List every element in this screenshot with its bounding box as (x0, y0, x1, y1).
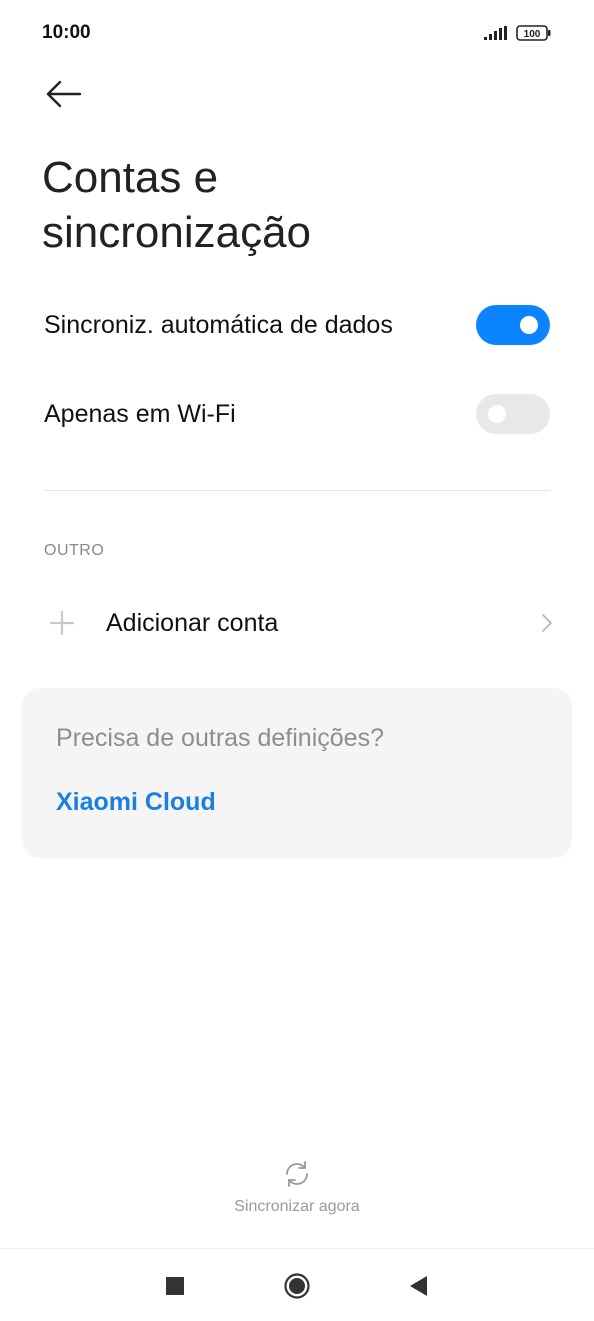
battery-icon: 100 (516, 25, 551, 41)
system-back-button[interactable] (404, 1271, 434, 1301)
status-time: 10:00 (42, 22, 91, 43)
xiaomi-cloud-link[interactable]: Xiaomi Cloud (56, 788, 216, 817)
back-icon (410, 1276, 427, 1296)
recent-apps-button[interactable] (160, 1271, 190, 1301)
navigation-bar (0, 1248, 594, 1321)
add-account-label: Adicionar conta (106, 608, 279, 637)
other-settings-card: Precisa de outras definições? Xiaomi Clo… (22, 688, 572, 858)
setting-auto-sync-label: Sincroniz. automática de dados (44, 310, 393, 339)
add-account-item[interactable]: Adicionar conta (44, 600, 554, 646)
recent-apps-icon (166, 1277, 184, 1295)
setting-auto-sync-row[interactable]: Sincroniz. automática de dados (44, 305, 550, 345)
setting-wifi-only-label: Apenas em Wi-Fi (44, 399, 236, 428)
page-title-line2: sincronização (42, 208, 312, 257)
status-bar: 10:00 100 (0, 0, 594, 66)
toggle-knob (488, 405, 506, 423)
signal-icon (484, 26, 507, 40)
sync-now-button[interactable]: Sincronizar agora (197, 1158, 397, 1224)
setting-wifi-only-row[interactable]: Apenas em Wi-Fi (44, 394, 550, 434)
sync-icon (286, 1161, 308, 1187)
battery-level: 100 (524, 29, 541, 40)
home-button[interactable] (282, 1271, 312, 1301)
home-icon (284, 1273, 310, 1299)
back-arrow-icon (46, 80, 82, 108)
section-header-other: OUTRO (44, 542, 105, 559)
card-question: Precisa de outras definições? (56, 724, 384, 752)
chevron-right-icon (542, 614, 552, 632)
page-title: Contas e sincronização (42, 150, 562, 260)
page-title-line1: Contas e (42, 153, 219, 202)
plus-icon (49, 610, 75, 636)
sync-now-label: Sincronizar agora (234, 1198, 360, 1215)
back-button[interactable] (44, 76, 84, 112)
auto-sync-toggle[interactable] (476, 305, 550, 345)
toggle-knob (520, 316, 538, 334)
divider (44, 490, 550, 491)
wifi-only-toggle[interactable] (476, 394, 550, 434)
